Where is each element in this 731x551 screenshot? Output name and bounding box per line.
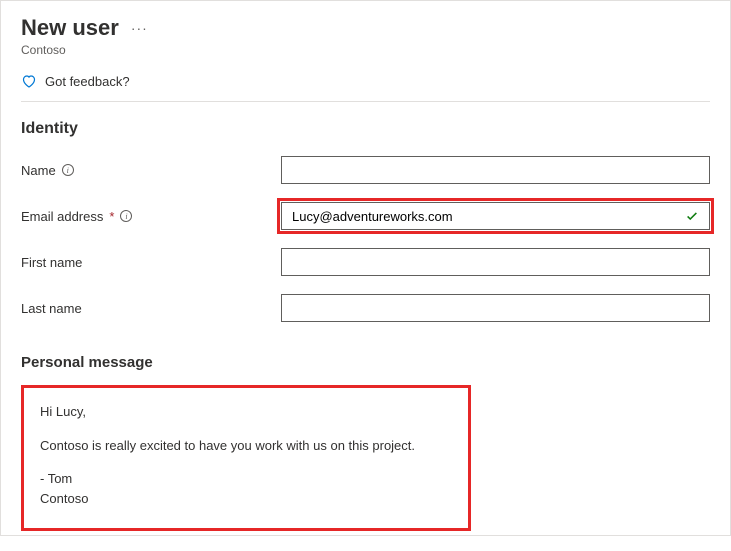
page-title: New user bbox=[21, 15, 119, 41]
first-name-input[interactable] bbox=[281, 248, 710, 276]
required-marker: * bbox=[109, 209, 114, 224]
last-name-input[interactable] bbox=[281, 294, 710, 322]
feedback-label: Got feedback? bbox=[45, 74, 130, 89]
message-body: Contoso is really excited to have you wo… bbox=[40, 436, 452, 456]
identity-section-title: Identity bbox=[21, 120, 710, 138]
info-icon[interactable]: i bbox=[120, 210, 132, 222]
more-actions-button[interactable]: ··· bbox=[131, 20, 148, 36]
name-label: Name bbox=[21, 163, 56, 178]
message-sign2: Contoso bbox=[40, 489, 452, 509]
email-label: Email address bbox=[21, 209, 103, 224]
personal-message-box[interactable]: Hi Lucy, Contoso is really excited to ha… bbox=[21, 385, 471, 531]
feedback-link[interactable]: Got feedback? bbox=[21, 73, 710, 102]
first-name-label: First name bbox=[21, 255, 82, 270]
info-icon[interactable]: i bbox=[62, 164, 74, 176]
email-input[interactable] bbox=[281, 202, 710, 230]
name-input[interactable] bbox=[281, 156, 710, 184]
org-subtitle: Contoso bbox=[21, 43, 710, 57]
email-highlight-box bbox=[277, 198, 714, 234]
message-greeting: Hi Lucy, bbox=[40, 402, 452, 422]
message-sign1: - Tom bbox=[40, 469, 452, 489]
heart-icon bbox=[21, 73, 37, 89]
last-name-label: Last name bbox=[21, 301, 82, 316]
personal-message-title: Personal message bbox=[21, 354, 710, 371]
